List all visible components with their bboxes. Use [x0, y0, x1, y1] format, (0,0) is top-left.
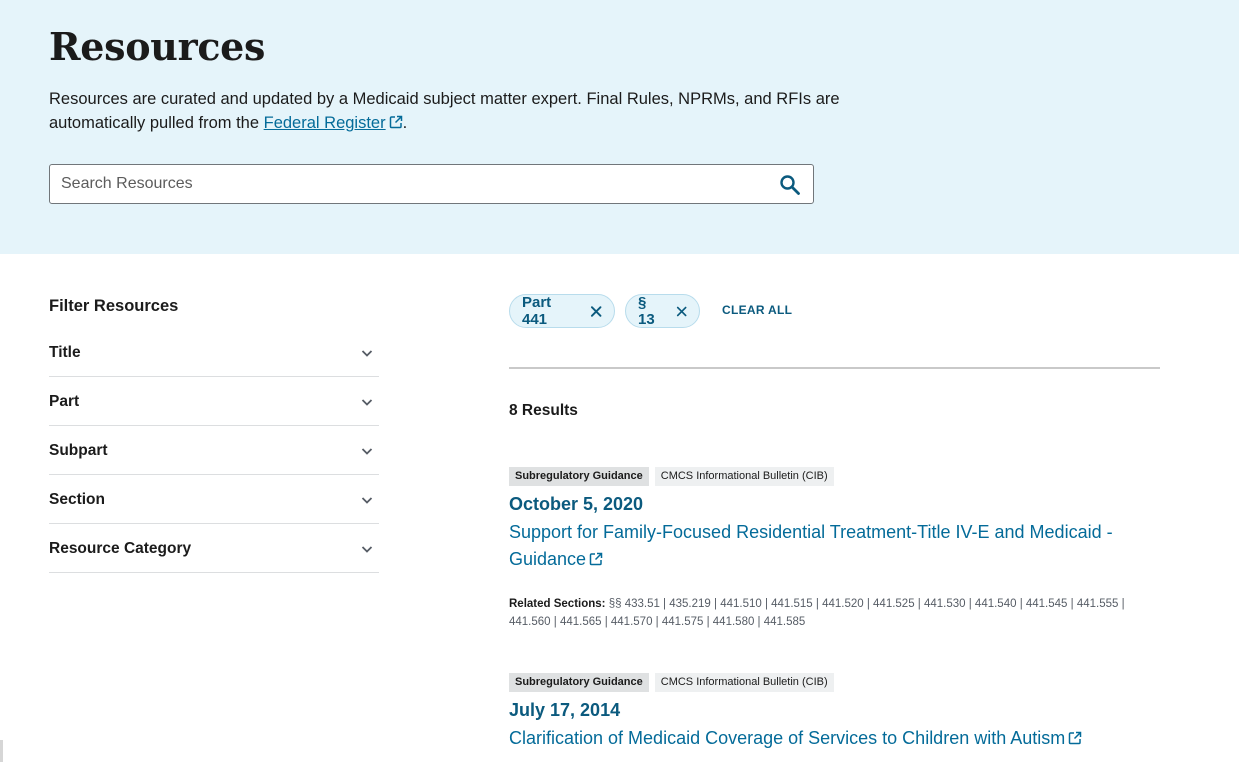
chevron-down-icon: [361, 448, 373, 455]
filter-chip-part[interactable]: Part 441: [509, 294, 615, 328]
filter-chip-label: Part 441: [522, 294, 552, 328]
filter-part[interactable]: Part: [49, 377, 379, 426]
clear-all-button[interactable]: CLEAR ALL: [722, 303, 792, 317]
filter-subpart-label: Subpart: [49, 442, 108, 459]
results-count: 8 Results: [509, 402, 578, 419]
close-icon[interactable]: [590, 305, 602, 318]
filter-title[interactable]: Title: [49, 336, 379, 377]
filter-resource-category-label: Resource Category: [49, 540, 192, 557]
chevron-down-icon: [361, 399, 373, 406]
result-title-link[interactable]: Clarification of Medicaid Coverage of Se…: [509, 725, 1160, 752]
search-icon[interactable]: [779, 174, 801, 196]
intro-body: Resources are curated and updated by a M…: [49, 90, 840, 132]
external-link-icon: [389, 115, 402, 129]
filter-section[interactable]: Section: [49, 475, 379, 524]
filter-chip-label: § 13: [638, 294, 655, 328]
category-tag: Subregulatory Guidance: [509, 673, 649, 692]
active-filters: Part 441 § 13 CLEAR ALL: [509, 294, 1160, 328]
results-panel: Part 441 § 13 CLEAR ALL 8 Results Subreg…: [509, 294, 1160, 748]
result-title-link[interactable]: Support for Family-Focused Residential T…: [509, 519, 1160, 573]
subcategory-tag: CMCS Informational Bulletin (CIB): [654, 467, 834, 486]
close-icon[interactable]: [676, 305, 687, 318]
filter-part-label: Part: [49, 393, 80, 410]
intro-text: Resources are curated and updated by a M…: [49, 87, 869, 135]
page-title: Resources: [49, 24, 266, 69]
search-input[interactable]: [50, 165, 750, 203]
filter-title-label: Title: [49, 344, 81, 361]
related-sections: Related Sections: §§ 433.51 | 435.219 | …: [509, 595, 1160, 631]
filter-resource-category[interactable]: Resource Category: [49, 524, 379, 573]
category-tag: Subregulatory Guidance: [509, 467, 649, 486]
filter-section-label: Section: [49, 491, 105, 508]
filter-sidebar: Filter Resources: [49, 296, 379, 326]
external-link-icon: [1069, 731, 1082, 745]
divider: [509, 367, 1160, 369]
intro-end: .: [402, 114, 408, 132]
chevron-down-icon: [361, 497, 373, 504]
federal-register-link-label: Federal Register: [263, 114, 386, 132]
result-item: Subregulatory Guidance CMCS Informationa…: [509, 467, 1160, 631]
filter-subpart[interactable]: Subpart: [49, 426, 379, 475]
page-header: Resources Resources are curated and upda…: [0, 0, 1239, 254]
chevron-down-icon: [361, 350, 373, 357]
search-box: [49, 164, 814, 204]
window-edge: [0, 740, 3, 762]
subcategory-tag: CMCS Informational Bulletin (CIB): [654, 673, 834, 692]
result-date: July 17, 2014: [509, 700, 621, 720]
result-tags: Subregulatory Guidance CMCS Informationa…: [509, 673, 1160, 693]
filter-heading: Filter Resources: [49, 297, 179, 315]
result-item: Subregulatory Guidance CMCS Informationa…: [509, 673, 1160, 752]
external-link-icon: [589, 552, 603, 566]
filter-chip-section[interactable]: § 13: [625, 294, 700, 328]
result-date: October 5, 2020: [509, 494, 644, 514]
related-sections-label: Related Sections:: [509, 598, 606, 610]
chevron-down-icon: [361, 546, 373, 553]
result-title: Clarification of Medicaid Coverage of Se…: [509, 728, 1066, 748]
federal-register-link[interactable]: Federal Register: [264, 114, 403, 132]
result-tags: Subregulatory Guidance CMCS Informationa…: [509, 467, 1160, 487]
